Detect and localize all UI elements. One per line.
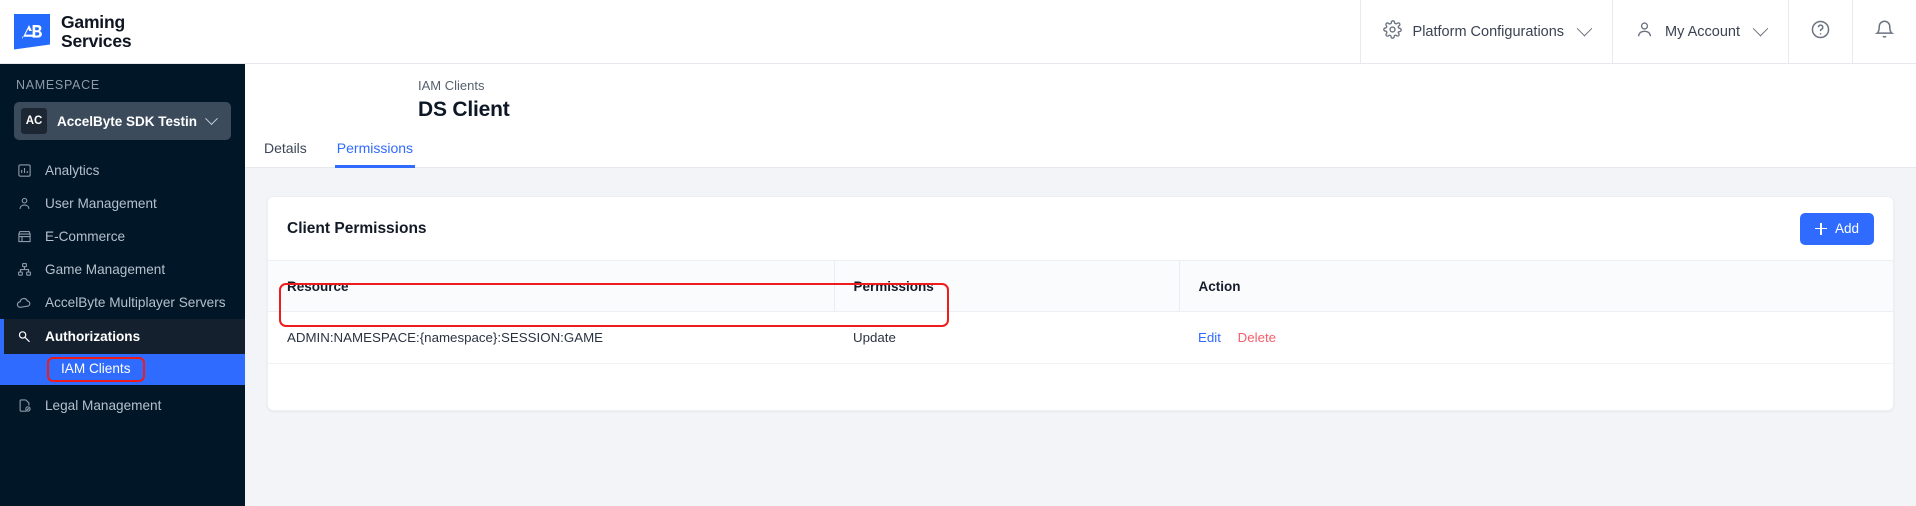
store-icon	[16, 229, 32, 245]
body: NAMESPACE AC AccelByte SDK Testing Analy…	[0, 64, 1916, 506]
main-content: IAM Clients DS Client Details Permission…	[245, 64, 1916, 506]
delete-link[interactable]: Delete	[1238, 330, 1276, 345]
tab-bar: Details Permissions	[245, 139, 1916, 168]
tab-details[interactable]: Details	[262, 140, 309, 168]
namespace-selector[interactable]: AC AccelByte SDK Testing	[14, 102, 231, 140]
sidebar-item-accelbyte-multiplayer-servers[interactable]: AccelByte Multiplayer Servers	[0, 286, 245, 319]
plus-icon	[1814, 222, 1827, 235]
brand-line-1: Gaming	[61, 11, 125, 32]
sidebar-item-label: Authorizations	[45, 329, 141, 344]
chevron-down-icon	[205, 111, 218, 125]
cell-action: Edit Delete	[1179, 311, 1893, 364]
add-button-label: Add	[1834, 221, 1859, 236]
sidebar-item-label: Legal Management	[45, 398, 162, 413]
sidebar-item-label: Analytics	[45, 163, 100, 178]
bell-icon	[1874, 19, 1895, 44]
cell-permissions: Update	[834, 311, 1179, 364]
tab-permissions[interactable]: Permissions	[334, 140, 416, 168]
top-bar: Gaming Services Platform Configurations	[0, 0, 1916, 64]
user-icon	[16, 196, 32, 212]
column-header-permissions: Permissions	[833, 260, 1179, 312]
table-body: ADMIN:NAMESPACE:{namespace}:SESSION:GAME…	[268, 311, 1893, 364]
key-icon	[16, 329, 32, 345]
help-circle-icon	[1810, 19, 1831, 44]
platform-configurations-menu[interactable]: Platform Configurations	[1359, 0, 1613, 63]
brand-line-2: Services	[61, 30, 132, 51]
brand-text: Gaming Services	[61, 11, 132, 51]
client-permissions-card: Client Permissions Add Resource Permissi…	[267, 196, 1894, 411]
namespace-name: AccelByte SDK Testing	[57, 113, 197, 129]
namespace-avatar: AC	[21, 108, 47, 134]
edit-link[interactable]: Edit	[1198, 330, 1221, 345]
sitemap-icon	[16, 262, 32, 278]
sidebar-item-iam-clients[interactable]: IAM Clients	[0, 354, 245, 385]
sidebar-item-label: Game Management	[45, 262, 166, 277]
column-header-resource: Resource	[268, 260, 834, 312]
permissions-table: Resource Permissions Action ADMIN:NAMESP…	[268, 260, 1893, 364]
top-nav: Platform Configurations My Account	[1359, 0, 1916, 63]
table-row: ADMIN:NAMESPACE:{namespace}:SESSION:GAME…	[268, 311, 1893, 364]
sidebar-item-analytics[interactable]: Analytics	[0, 154, 245, 187]
sidebar-item-label: User Management	[45, 196, 157, 211]
sidebar-item-game-management[interactable]: Game Management	[0, 253, 245, 286]
sidebar-item-legal-management[interactable]: Legal Management	[0, 389, 245, 422]
sidebar-item-label: AccelByte Multiplayer Servers	[45, 295, 226, 310]
page-header: IAM Clients DS Client Details Permission…	[245, 64, 1916, 168]
cloud-icon	[16, 295, 32, 311]
column-header-action: Action	[1178, 260, 1893, 312]
add-permission-button[interactable]: Add	[1799, 212, 1874, 245]
help-button[interactable]	[1788, 0, 1852, 63]
sidebar-item-authorizations[interactable]: Authorizations	[0, 319, 245, 354]
my-account-menu[interactable]: My Account	[1612, 0, 1788, 63]
page-title: DS Client	[418, 98, 510, 121]
document-check-icon	[16, 398, 32, 414]
sidebar-item-label: E-Commerce	[45, 229, 126, 244]
sidebar: NAMESPACE AC AccelByte SDK Testing Analy…	[0, 64, 245, 506]
card-header: Client Permissions Add	[268, 197, 1893, 260]
bar-chart-icon	[16, 163, 32, 179]
content-area: Client Permissions Add Resource Permissi…	[245, 168, 1916, 506]
chevron-down-icon	[1576, 20, 1593, 37]
card-title: Client Permissions	[287, 219, 427, 237]
platform-configurations-label: Platform Configurations	[1412, 23, 1565, 40]
table-head: Resource Permissions Action	[268, 260, 1893, 312]
namespace-label: NAMESPACE	[16, 78, 100, 92]
notifications-button[interactable]	[1852, 0, 1916, 63]
breadcrumb[interactable]: IAM Clients	[418, 78, 1916, 93]
my-account-label: My Account	[1665, 23, 1740, 40]
cell-resource: ADMIN:NAMESPACE:{namespace}:SESSION:GAME	[268, 311, 834, 364]
table-footer	[268, 364, 1893, 410]
sidebar-item-user-management[interactable]: User Management	[0, 187, 245, 220]
user-icon	[1635, 20, 1654, 43]
sidebar-subitem-label: IAM Clients	[47, 357, 145, 382]
brand-logo[interactable]: Gaming Services	[0, 0, 300, 63]
gear-icon	[1382, 20, 1402, 43]
chevron-down-icon	[1752, 20, 1769, 37]
app-root: Gaming Services Platform Configurations	[0, 0, 1916, 506]
table-header-row: Resource Permissions Action	[268, 260, 1893, 312]
accelbyte-logo-icon	[14, 13, 50, 50]
sidebar-item-e-commerce[interactable]: E-Commerce	[0, 220, 245, 253]
